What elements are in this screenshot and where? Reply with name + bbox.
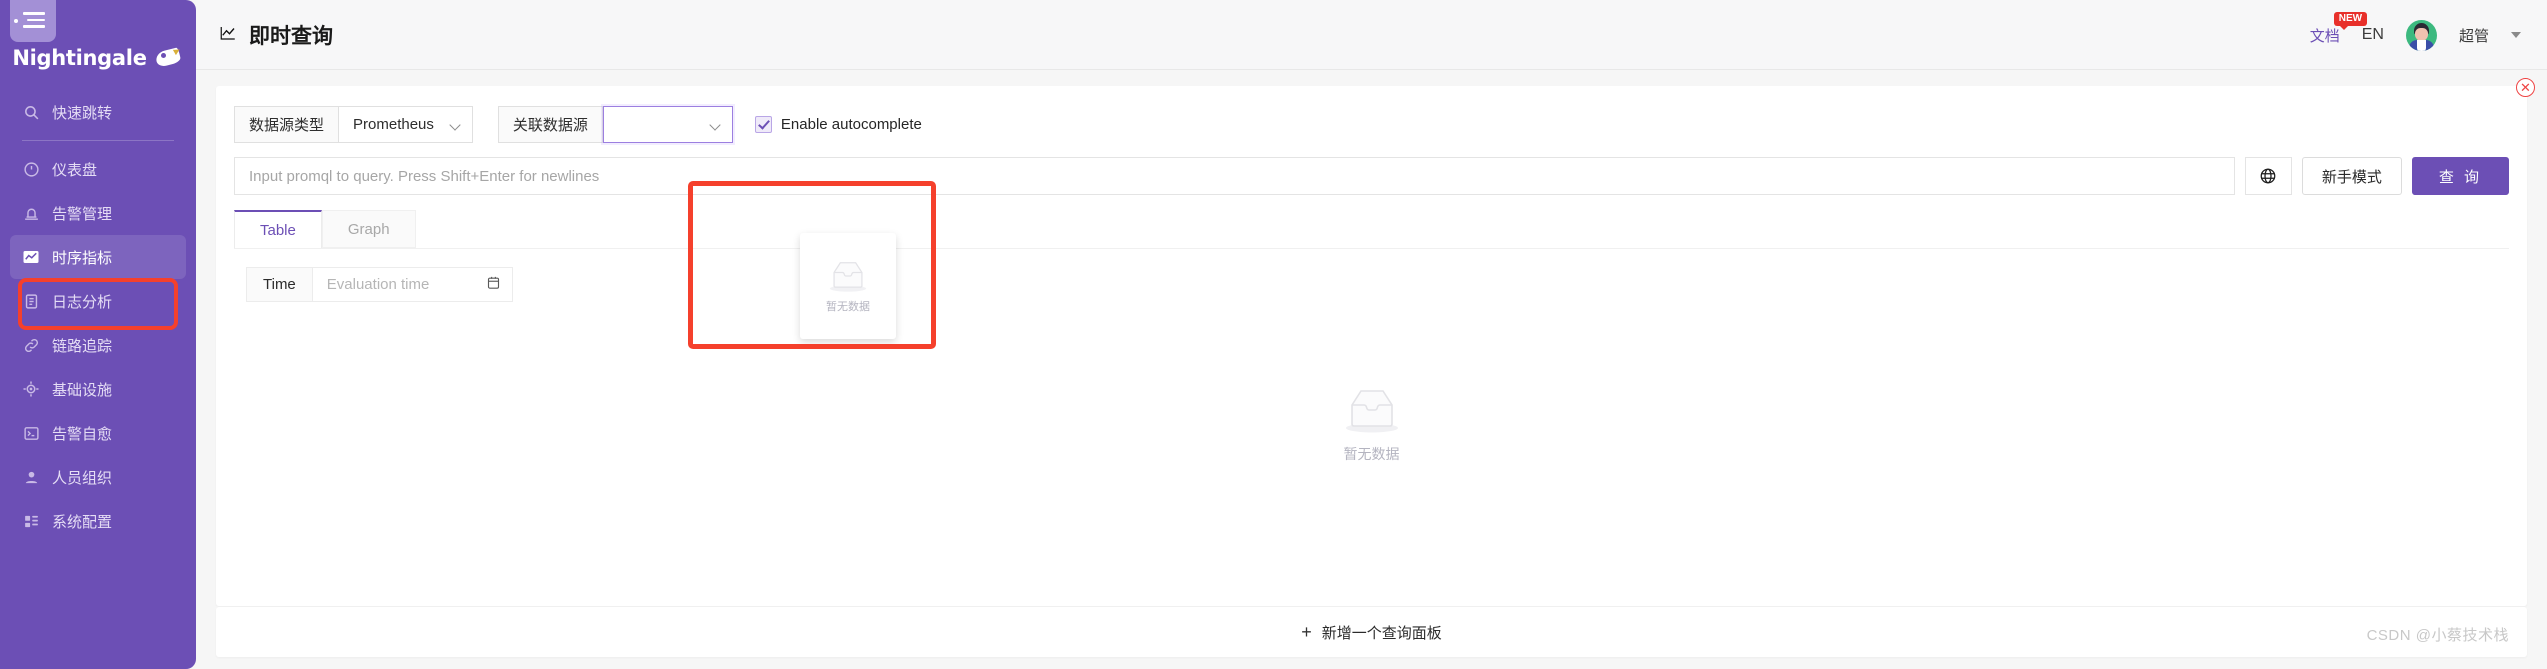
chevron-down-icon[interactable]	[2511, 32, 2521, 38]
main-content: ✕ 数据源类型 Prometheus 关联数据源 Enable autocomp…	[196, 70, 2547, 669]
sidebar-item-label: 日志分析	[52, 293, 113, 311]
document-icon	[10, 293, 52, 310]
datasource-type-label: 数据源类型	[234, 106, 340, 143]
avatar[interactable]	[2405, 19, 2437, 51]
terminal-icon	[10, 425, 52, 442]
query-panel-card: ✕ 数据源类型 Prometheus 关联数据源 Enable autocomp…	[216, 78, 2535, 606]
sidebar-item-label: 系统配置	[52, 513, 113, 531]
autocomplete-toggle[interactable]: Enable autocomplete	[754, 116, 922, 133]
top-header: 即时查询 文档 NEW EN 超管	[196, 0, 2547, 70]
sidebar: Nightingale 快速跳转 仪表盘 告警管理 时序指标 日志分析 链路追踪…	[0, 0, 196, 669]
calendar-icon[interactable]	[486, 275, 501, 294]
related-datasource-group: 关联数据源	[497, 106, 733, 143]
result-empty-state: 暂无数据	[216, 386, 2527, 464]
sidebar-item-label: 人员组织	[52, 469, 113, 487]
datasource-type-value: Prometheus	[353, 116, 434, 133]
user-icon	[10, 469, 52, 486]
checkmark-icon[interactable]	[754, 116, 772, 133]
evaluation-time-placeholder: Evaluation time	[326, 276, 430, 293]
empty-box-icon	[1339, 386, 1405, 434]
sidebar-item-metrics[interactable]: 时序指标	[10, 235, 186, 279]
header-actions: 文档 NEW EN 超管	[2310, 0, 2521, 70]
watermark: CSDN @小蔡技术栈	[2366, 627, 2509, 644]
tab-graph[interactable]: Graph	[321, 210, 416, 248]
docs-link[interactable]: 文档 NEW	[2309, 11, 2368, 46]
link-icon	[10, 337, 52, 354]
brand-name: Nightingale	[12, 46, 147, 70]
sidebar-item-label: 链路追踪	[52, 337, 113, 355]
chevron-down-icon	[710, 119, 721, 130]
brand-logo: Nightingale	[0, 38, 196, 78]
add-query-panel-button[interactable]: + 新增一个查询面板	[216, 607, 2527, 657]
app-root: Nightingale 快速跳转 仪表盘 告警管理 时序指标 日志分析 链路追踪…	[0, 0, 2547, 669]
sidebar-item-infrastructure[interactable]: 基础设施	[10, 367, 186, 411]
related-datasource-label: 关联数据源	[497, 106, 603, 143]
tab-table[interactable]: Table	[234, 210, 322, 248]
globe-icon[interactable]	[2244, 157, 2292, 195]
plus-icon: +	[1301, 621, 1312, 642]
sidebar-item-dashboard[interactable]: 仪表盘	[10, 147, 186, 191]
page-title-text: 即时查询	[249, 25, 333, 48]
related-datasource-dropdown[interactable]: 暂无数据	[800, 233, 896, 339]
autocomplete-label: Enable autocomplete	[780, 116, 922, 133]
dropdown-empty-label: 暂无数据	[826, 300, 870, 313]
sidebar-nav: 快速跳转 仪表盘 告警管理 时序指标 日志分析 链路追踪 基础设施 告警自愈 人…	[0, 90, 196, 543]
sidebar-item-system-config[interactable]: 系统配置	[10, 499, 186, 543]
gauge-icon	[10, 161, 52, 178]
related-datasource-select[interactable]	[602, 106, 733, 143]
sidebar-item-label: 告警管理	[52, 205, 113, 223]
user-name[interactable]: 超管	[2459, 25, 2489, 46]
datasource-type-group: 数据源类型 Prometheus	[234, 106, 473, 143]
beginner-mode-button[interactable]: 新手模式	[2301, 157, 2402, 195]
sidebar-item-alert-selfheal[interactable]: 告警自愈	[10, 411, 186, 455]
sidebar-item-label: 基础设施	[52, 381, 113, 399]
sidebar-item-label: 快速跳转	[52, 104, 113, 122]
query-controls-row: 数据源类型 Prometheus 关联数据源 Enable autocomple…	[234, 106, 922, 143]
close-circle-icon[interactable]: ✕	[2516, 78, 2535, 97]
tabs-underline	[234, 248, 2509, 249]
empty-box-icon	[825, 259, 871, 293]
collapse-sidebar-icon[interactable]	[10, 0, 56, 42]
evaluation-time-row: Time Evaluation time	[246, 267, 513, 302]
search-icon	[10, 104, 52, 121]
evaluation-time-input[interactable]: Evaluation time	[312, 267, 513, 302]
sidebar-item-tracing[interactable]: 链路追踪	[10, 323, 186, 367]
chevron-down-icon	[450, 119, 461, 130]
result-tabs: Table Graph	[234, 210, 416, 248]
docs-label: 文档	[2309, 27, 2340, 45]
sidebar-item-org-members[interactable]: 人员组织	[10, 455, 186, 499]
query-input-row: Input promql to query. Press Shift+Enter…	[234, 157, 2509, 195]
target-icon	[10, 380, 52, 398]
sidebar-item-log-analysis[interactable]: 日志分析	[10, 279, 186, 323]
line-chart-icon	[218, 24, 238, 47]
new-badge: NEW	[2333, 11, 2368, 30]
promql-input[interactable]: Input promql to query. Press Shift+Enter…	[234, 157, 2235, 195]
sidebar-item-label: 时序指标	[52, 249, 113, 267]
page-title: 即时查询	[218, 0, 333, 70]
bird-logo-icon	[154, 46, 184, 70]
query-button[interactable]: 查 询	[2411, 157, 2509, 195]
sidebar-item-alert-manage[interactable]: 告警管理	[10, 191, 186, 235]
line-chart-icon	[10, 248, 52, 266]
sidebar-item-label: 仪表盘	[52, 161, 98, 179]
bell-icon	[10, 205, 52, 222]
add-query-panel-label: 新增一个查询面板	[1321, 624, 1442, 642]
language-switch[interactable]: EN	[2362, 26, 2384, 44]
sidebar-item-label: 告警自愈	[52, 425, 113, 443]
time-label: Time	[246, 267, 313, 302]
datasource-type-select[interactable]: Prometheus	[339, 106, 473, 143]
sidebar-item-quick-jump[interactable]: 快速跳转	[10, 90, 186, 134]
grid-icon	[10, 513, 52, 530]
result-empty-label: 暂无数据	[1343, 446, 1400, 462]
sidebar-divider	[22, 140, 174, 141]
